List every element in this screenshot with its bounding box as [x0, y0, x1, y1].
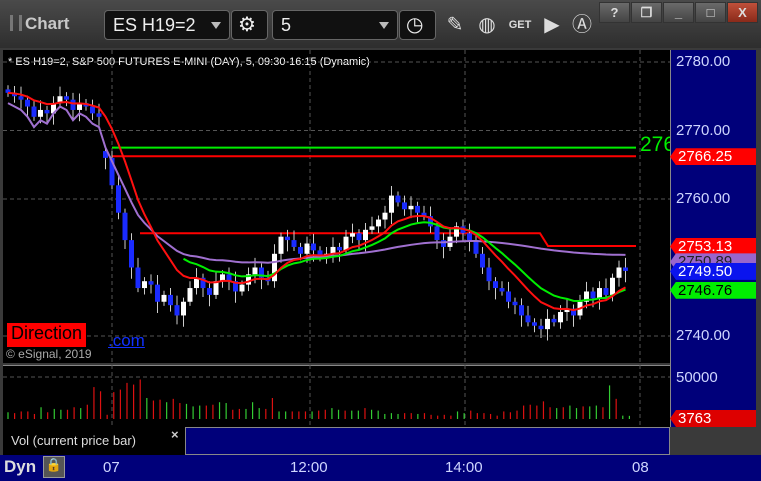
candle-body	[187, 288, 193, 302]
candle-body	[44, 109, 50, 114]
candle-body	[480, 253, 485, 268]
candle-body	[64, 96, 69, 100]
candle-body	[291, 240, 297, 247]
copyright: © eSignal, 2019	[6, 347, 92, 361]
dynamic-mode-label: Dyn	[4, 457, 37, 476]
price-label: 2780.00	[676, 53, 731, 70]
candle-body	[473, 240, 479, 254]
price-label: 2770.00	[676, 121, 731, 139]
candle-body	[610, 277, 615, 295]
watermark-link[interactable]: .com	[108, 331, 145, 351]
time-label: 14:00	[445, 459, 483, 476]
volume-current-tag: 3763	[670, 410, 756, 427]
candle-body	[493, 281, 498, 289]
close-study-icon[interactable]: ×	[171, 427, 179, 442]
red-ma-line	[7, 91, 626, 312]
time-axis[interactable]: Dyn 🔒 07 12:00 14:00 08	[0, 455, 761, 481]
candle-body	[350, 233, 355, 237]
volume-study-label: Vol (current price bar) ×	[3, 427, 185, 455]
candle-body	[616, 267, 622, 278]
candle-body	[486, 267, 492, 282]
candle-body	[382, 212, 388, 220]
study-panel	[185, 427, 670, 455]
candle-body	[135, 267, 141, 289]
price-label: 2740.00	[676, 327, 731, 344]
candle-body	[116, 185, 121, 213]
candle-body	[31, 106, 37, 117]
candle-body	[239, 284, 245, 292]
candle-body	[558, 312, 563, 323]
price-tag: 2766.25	[670, 148, 756, 166]
candle-body	[389, 195, 394, 213]
price-tag: 2749.50	[670, 262, 756, 280]
candle-body	[304, 243, 310, 254]
candle-body	[603, 288, 609, 295]
volume-title: Vol (current price bar)	[11, 433, 136, 448]
candle-body	[278, 236, 284, 254]
candle-body	[168, 294, 173, 306]
candle-body	[122, 212, 128, 241]
candle-body	[25, 99, 30, 107]
chart-plot	[3, 50, 670, 427]
vwap-line	[7, 102, 626, 264]
lock-icon[interactable]: 🔒	[43, 456, 65, 478]
candle-body	[597, 288, 602, 299]
time-label: 08	[632, 459, 649, 476]
candle-body	[174, 305, 180, 316]
candle-body	[18, 96, 24, 100]
candle-body	[337, 246, 342, 251]
candle-body	[402, 202, 407, 210]
candle-body	[207, 288, 212, 295]
candle-body	[467, 233, 472, 241]
candle-body	[298, 246, 303, 254]
candle-body	[363, 229, 368, 241]
candle-body	[38, 109, 43, 117]
candle-body	[129, 240, 134, 268]
watermark-brand: Direction	[7, 323, 87, 347]
candle-body	[538, 325, 544, 330]
candle-body	[395, 195, 401, 203]
candle-body	[252, 267, 258, 275]
candle-body	[369, 226, 375, 230]
time-label: 07	[103, 459, 120, 476]
candle-body	[311, 243, 316, 251]
candle-body	[70, 99, 76, 110]
candle-body	[532, 322, 537, 326]
candle-body	[408, 205, 414, 210]
candle-body	[356, 233, 362, 241]
candle-body	[623, 267, 628, 271]
candle-body	[512, 301, 518, 306]
candle-body	[506, 291, 511, 302]
candle-body	[415, 205, 420, 213]
candle-body	[551, 318, 557, 323]
candle-body	[434, 226, 440, 241]
volume-axis-label: 50000	[676, 369, 718, 386]
candle-body	[441, 240, 446, 247]
price-label: 2760.00	[676, 190, 731, 207]
candle-body	[90, 106, 95, 114]
candle-body	[181, 301, 186, 316]
candle-body	[161, 294, 167, 302]
candle-body	[499, 288, 505, 292]
candle-body	[96, 113, 102, 117]
price-tag: 2753.13	[670, 238, 756, 256]
candle-body	[590, 291, 596, 299]
candle-body	[525, 315, 531, 323]
price-tag: 2746.76	[670, 281, 756, 299]
candle-body	[142, 281, 147, 289]
candle-body	[148, 281, 154, 285]
candle-body	[376, 219, 381, 227]
level-label: 276	[640, 133, 670, 156]
candle-body	[155, 284, 160, 302]
candle-body	[285, 236, 290, 241]
candle-body	[545, 318, 550, 330]
candle-body	[519, 305, 524, 316]
time-label: 12:00	[290, 459, 328, 476]
